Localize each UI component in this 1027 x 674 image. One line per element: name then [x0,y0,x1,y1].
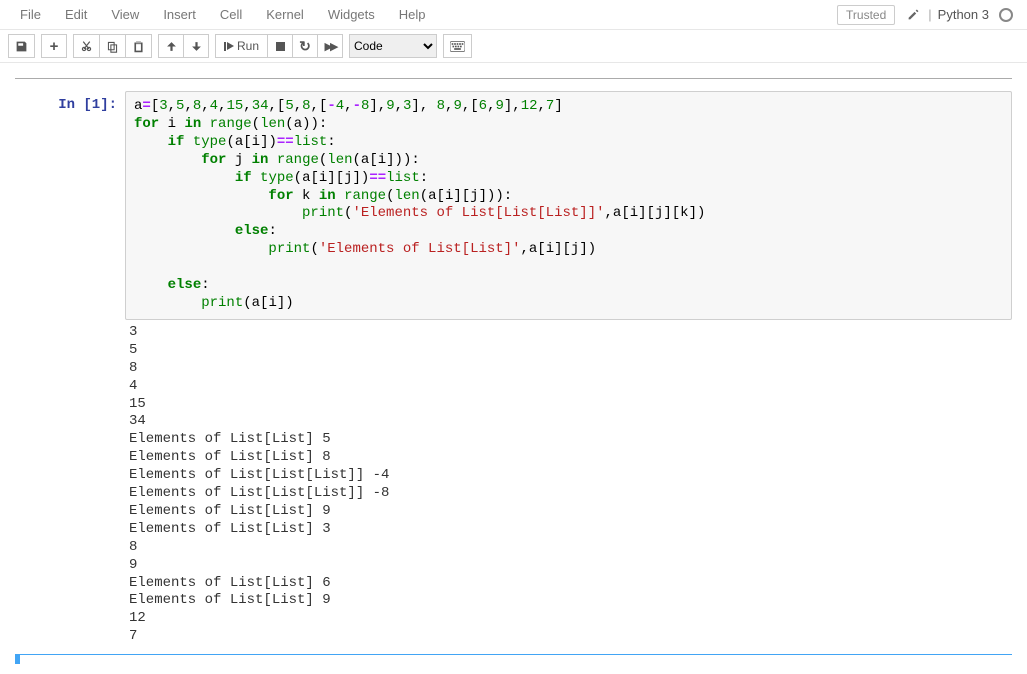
add-cell-button[interactable]: + [41,34,67,58]
menu-insert[interactable]: Insert [151,2,208,27]
menu-view[interactable]: View [99,2,151,27]
menu-kernel[interactable]: Kernel [254,2,316,27]
separator: | [928,7,931,22]
pencil-icon[interactable] [907,8,920,21]
stop-icon [276,42,285,51]
paste-button[interactable] [125,34,152,58]
menu-widgets[interactable]: Widgets [316,2,387,27]
restart-icon: ↻ [299,38,311,55]
toolbar: + Run ↻ ▶▶ Code [0,30,1027,63]
command-palette-button[interactable] [443,34,472,58]
move-up-button[interactable] [158,34,184,58]
copy-button[interactable] [99,34,126,58]
play-icon [227,42,234,50]
cut-button[interactable] [73,34,100,58]
kernel-idle-icon[interactable] [999,8,1013,22]
restart-button[interactable]: ↻ [292,34,318,58]
code-input[interactable]: a=[3,5,8,4,15,34,[5,8,[-4,-8],9,3], 8,9,… [125,91,1012,320]
run-button[interactable]: Run [215,34,268,58]
save-button[interactable] [8,34,35,58]
menu-file[interactable]: File [8,2,53,27]
menu-help[interactable]: Help [387,2,438,27]
menubar: File Edit View Insert Cell Kernel Widget… [0,0,1027,30]
menu-edit[interactable]: Edit [53,2,99,27]
fast-forward-icon: ▶▶ [325,40,336,53]
move-down-button[interactable] [183,34,209,58]
kernel-name[interactable]: Python 3 [934,7,993,22]
code-cell[interactable]: In [1]: a=[3,5,8,4,15,34,[5,8,[-4,-8],9,… [15,91,1012,320]
menu-cell[interactable]: Cell [208,2,254,27]
input-prompt: In [1]: [15,91,125,320]
restart-run-all-button[interactable]: ▶▶ [317,34,343,58]
cell-type-select[interactable]: Code [349,34,437,58]
next-cell-selected[interactable] [0,654,1027,674]
stop-button[interactable] [267,34,293,58]
trusted-indicator[interactable]: Trusted [837,5,895,25]
